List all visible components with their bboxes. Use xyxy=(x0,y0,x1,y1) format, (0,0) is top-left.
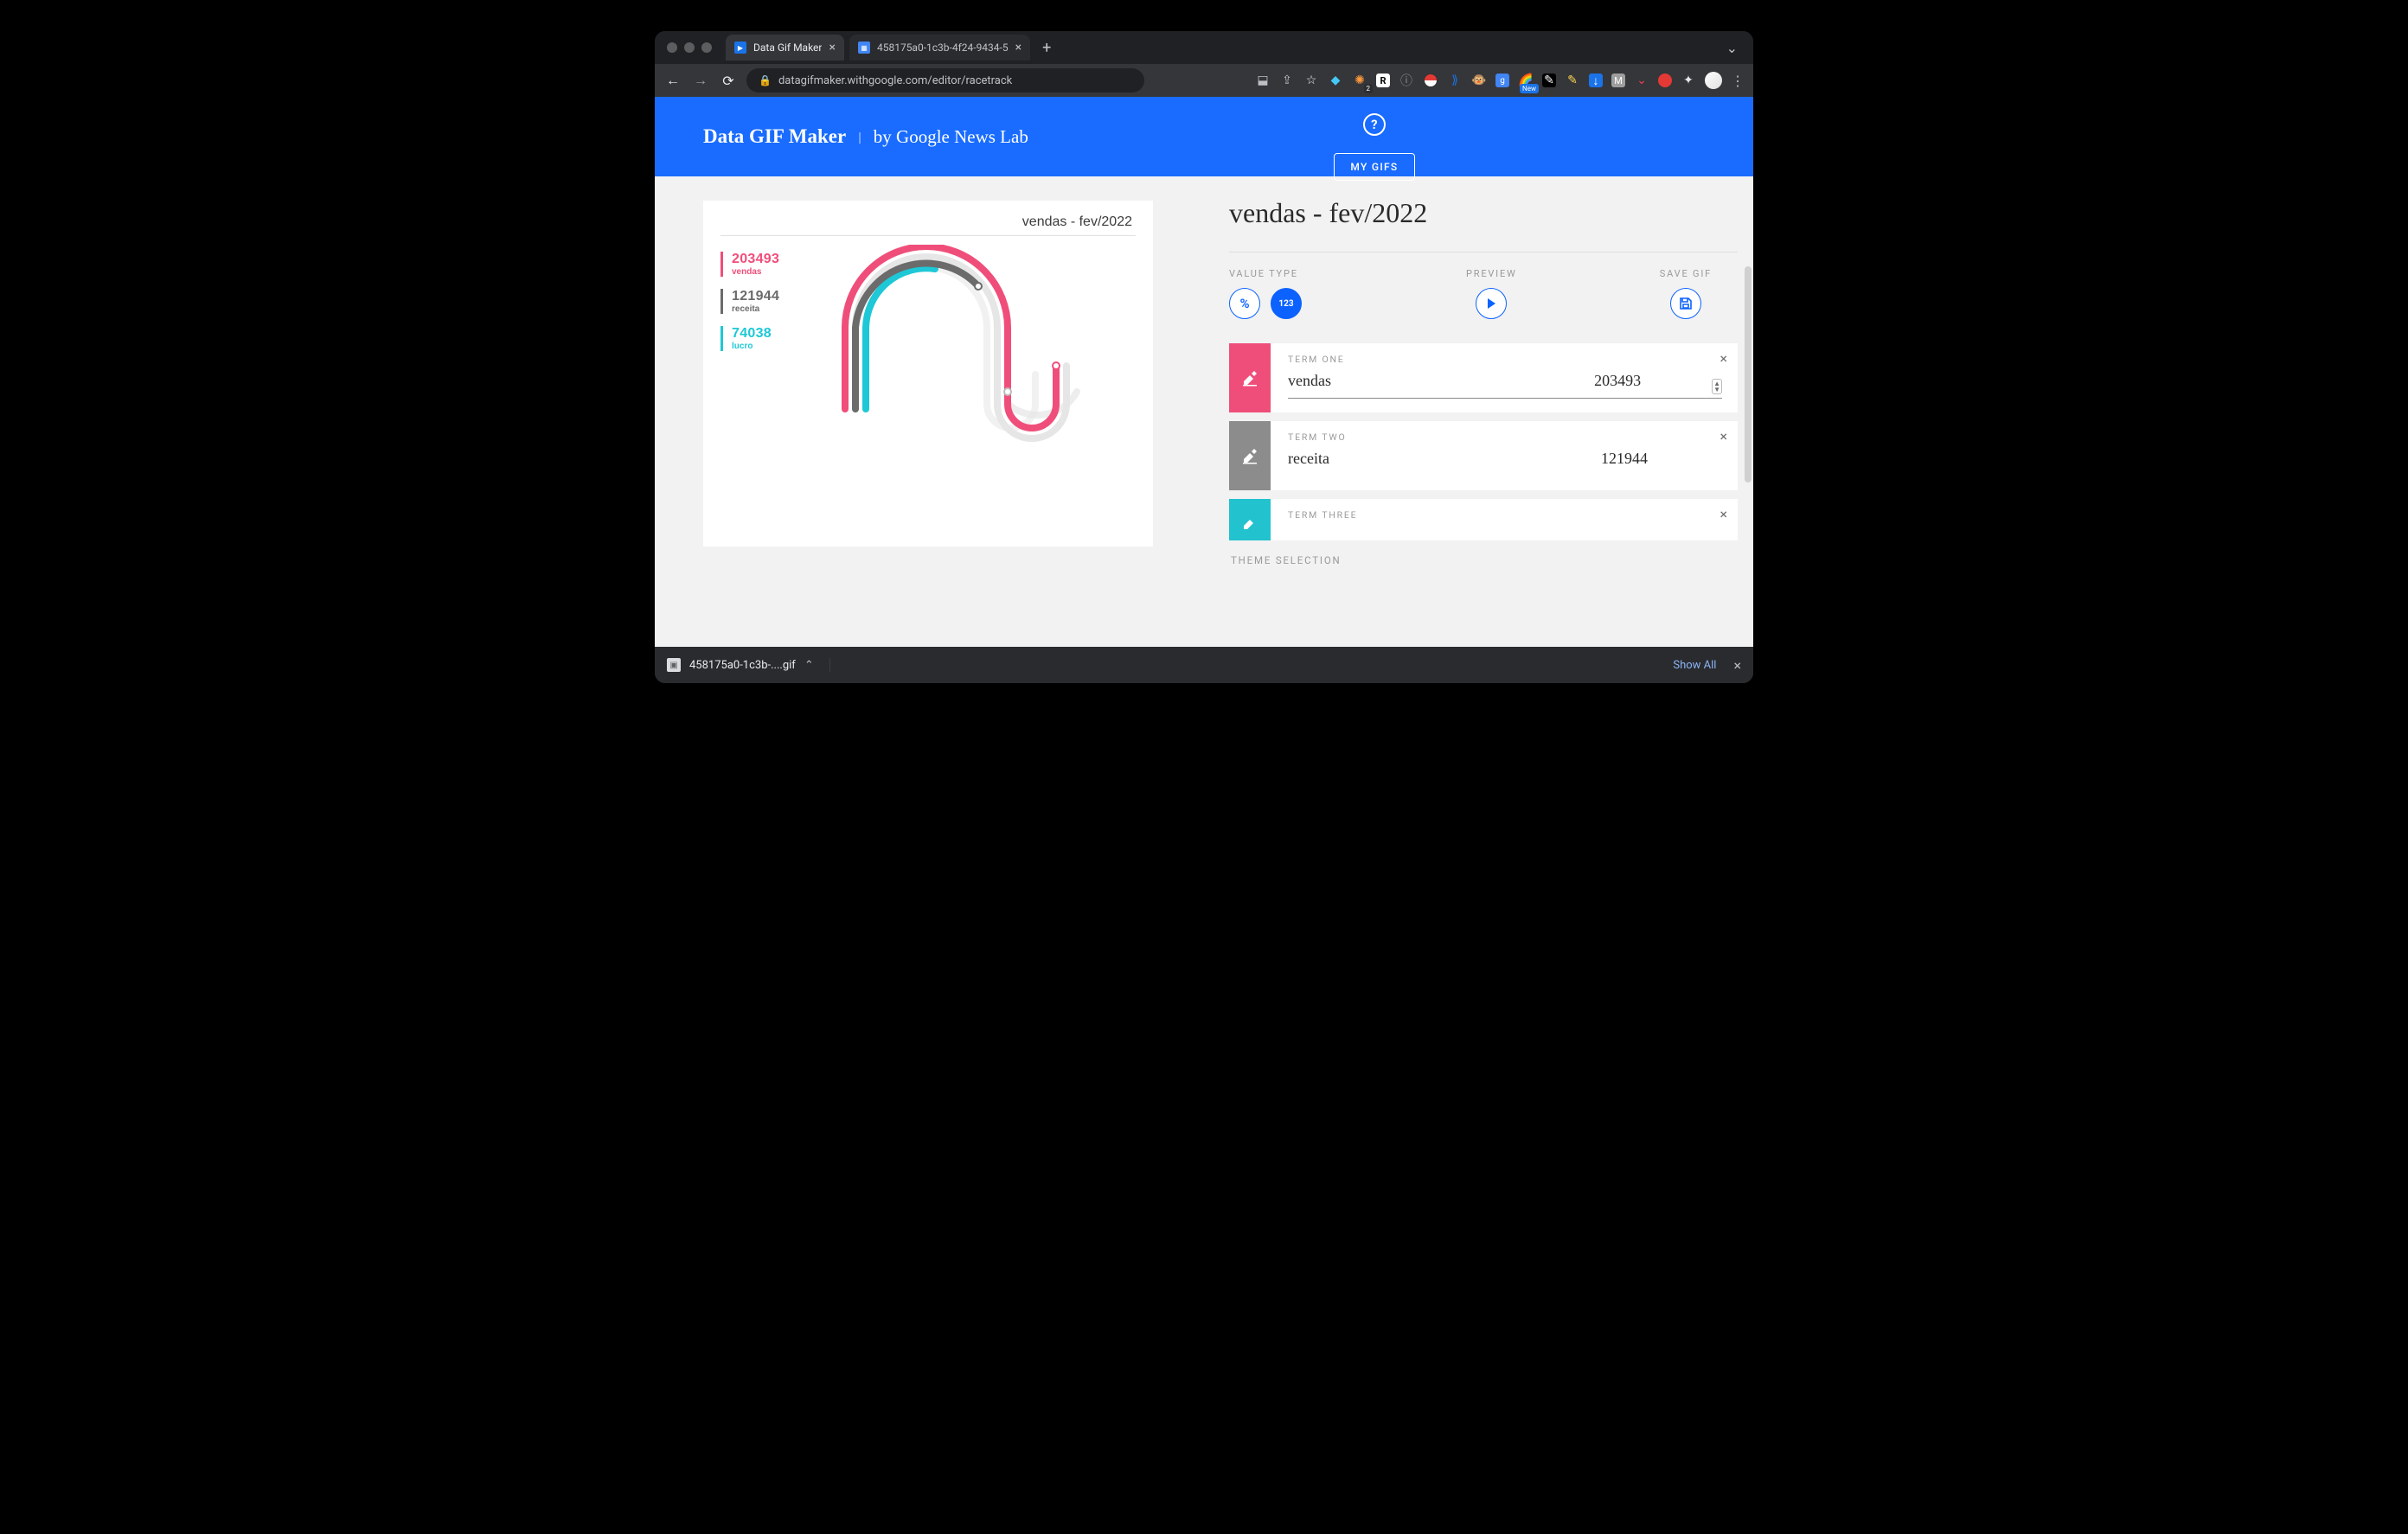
address-bar[interactable]: 🔒 datagifmaker.withgoogle.com/editor/rac… xyxy=(746,68,1144,93)
brand-title: Data GIF Maker xyxy=(703,125,846,148)
traffic-close[interactable] xyxy=(667,42,677,53)
terms-list: TERM ONE vendas 203493 ▲▼ × xyxy=(1229,343,1738,540)
term-color-button[interactable] xyxy=(1229,421,1271,490)
forward-button[interactable]: → xyxy=(691,72,710,89)
toolbar-actions: ⬓ ⇪ ☆ ◆ ✺2 R ⓘ ⟫ 🐵 g 🌈New ✎ ✎ ↓ M ⌄ ✦ ⋮ xyxy=(1255,72,1745,89)
lock-icon: 🔒 xyxy=(759,74,772,86)
tabs-menu-icon[interactable]: ⌄ xyxy=(1718,40,1746,56)
favicon-icon: ▶ xyxy=(734,42,746,54)
browser-window: ▶ Data Gif Maker × ▦ 458175a0-1c3b-4f24-… xyxy=(655,31,1753,683)
scrollbar[interactable] xyxy=(1745,266,1752,483)
remove-term-icon[interactable]: × xyxy=(1720,350,1727,367)
ext-gear-icon[interactable]: ✺2 xyxy=(1352,73,1367,88)
app-header: Data GIF Maker | by Google News Lab ? MY… xyxy=(655,97,1753,176)
term-color-button[interactable] xyxy=(1229,343,1271,412)
ext-rainbow-icon[interactable]: 🌈New xyxy=(1518,73,1534,88)
ext-info-icon[interactable]: ⓘ xyxy=(1399,73,1414,88)
extensions-icon[interactable]: ✦ xyxy=(1681,73,1696,88)
term-value-input[interactable]: 121944 xyxy=(1601,450,1722,468)
ext-diamond-icon[interactable]: ◆ xyxy=(1328,73,1343,88)
term-color-button[interactable] xyxy=(1229,499,1271,540)
new-tab-button[interactable]: + xyxy=(1035,39,1058,57)
ext-highlight-icon[interactable]: ✎ xyxy=(1565,73,1580,88)
kebab-menu-icon[interactable]: ⋮ xyxy=(1731,73,1745,89)
term-value-input[interactable]: 203493 xyxy=(1594,372,1689,390)
ext-note-icon[interactable]: ✎ xyxy=(1542,74,1556,87)
racetrack-graphic xyxy=(833,252,1136,363)
value-type-percent-button[interactable]: % xyxy=(1229,288,1260,319)
download-item[interactable]: ▣ 458175a0-1c3b-....gif ⌃ xyxy=(667,658,830,672)
preview-pane: vendas - fev/2022 203493 vendas 121944 r… xyxy=(655,176,1198,647)
save-gif-button[interactable] xyxy=(1670,288,1701,319)
theme-selection-label: THEME SELECTION xyxy=(1231,554,1738,566)
value-type-control: VALUE TYPE % 123 xyxy=(1229,268,1302,319)
ext-r-icon[interactable]: R xyxy=(1376,74,1390,87)
ext-pocket-icon[interactable]: ⌄ xyxy=(1634,73,1649,88)
ext-translate-icon[interactable]: g xyxy=(1495,74,1509,87)
remove-term-icon[interactable]: × xyxy=(1720,428,1727,444)
ext-download-icon[interactable]: ↓ xyxy=(1589,74,1603,87)
separator: | xyxy=(858,129,861,145)
control-label: PREVIEW xyxy=(1466,268,1517,279)
tab-close-icon[interactable]: × xyxy=(829,41,835,54)
term-caption: TERM ONE xyxy=(1288,354,1722,365)
url-text: datagifmaker.withgoogle.com/editor/racet… xyxy=(778,74,1012,87)
term-row-1: TERM ONE vendas 203493 ▲▼ × xyxy=(1229,343,1738,412)
help-icon[interactable]: ? xyxy=(1363,113,1386,136)
tab-inactive[interactable]: ▦ 458175a0-1c3b-4f24-9434-5 × xyxy=(849,35,1030,61)
share-icon[interactable]: ⇪ xyxy=(1279,73,1295,88)
controls-row: VALUE TYPE % 123 PREVIEW xyxy=(1229,268,1738,319)
term-caption: TERM TWO xyxy=(1288,431,1722,443)
tab-close-icon[interactable]: × xyxy=(1015,41,1021,54)
ext-cast-icon[interactable]: ⟫ xyxy=(1447,73,1463,88)
tab-title: Data Gif Maker xyxy=(753,42,822,54)
term-caption: TERM THREE xyxy=(1288,509,1722,521)
preview-title: vendas - fev/2022 xyxy=(720,214,1136,236)
page-title: vendas - fev/2022 xyxy=(1229,197,1738,229)
back-button[interactable]: ← xyxy=(663,72,682,89)
tab-strip: ▶ Data Gif Maker × ▦ 458175a0-1c3b-4f24-… xyxy=(655,31,1753,64)
preview-play-button[interactable] xyxy=(1476,288,1507,319)
window-controls[interactable] xyxy=(667,42,712,53)
ext-m-icon[interactable]: M xyxy=(1611,74,1625,87)
control-label: SAVE GIF xyxy=(1660,268,1712,279)
page-content: Data GIF Maker | by Google News Lab ? MY… xyxy=(655,97,1753,647)
tab-title: 458175a0-1c3b-4f24-9434-5 xyxy=(877,42,1009,54)
editor-pane: vendas - fev/2022 VALUE TYPE % 123 PREVI… xyxy=(1198,176,1753,647)
control-label: VALUE TYPE xyxy=(1229,268,1298,279)
download-menu-icon[interactable]: ⌃ xyxy=(804,659,814,672)
download-filename: 458175a0-1c3b-....gif xyxy=(689,659,796,672)
value-stepper[interactable]: ▲▼ xyxy=(1712,379,1722,394)
value-type-number-button[interactable]: 123 xyxy=(1271,288,1302,319)
downloads-bar: ▣ 458175a0-1c3b-....gif ⌃ Show All × xyxy=(655,647,1753,683)
term-row-2: TERM TWO receita 121944 × xyxy=(1229,421,1738,490)
save-control: SAVE GIF xyxy=(1660,268,1712,319)
profile-avatar[interactable] xyxy=(1705,72,1722,89)
remove-term-icon[interactable]: × xyxy=(1720,506,1727,522)
install-icon[interactable]: ⬓ xyxy=(1255,73,1271,88)
byline: by Google News Lab xyxy=(874,126,1028,148)
traffic-min[interactable] xyxy=(684,42,695,53)
bookmark-icon[interactable]: ☆ xyxy=(1303,73,1319,88)
ext-pokeball-icon[interactable] xyxy=(1423,73,1438,88)
term-name-input[interactable]: receita xyxy=(1288,450,1584,468)
ext-monkey-icon[interactable]: 🐵 xyxy=(1471,73,1487,88)
show-all-downloads[interactable]: Show All xyxy=(1673,659,1716,672)
preview-card: vendas - fev/2022 203493 vendas 121944 r… xyxy=(703,201,1153,546)
term-name-input[interactable]: vendas xyxy=(1288,372,1577,390)
preview-control: PREVIEW xyxy=(1466,268,1517,319)
favicon-icon: ▦ xyxy=(858,42,870,54)
file-icon: ▣ xyxy=(667,658,681,672)
close-downloads-icon[interactable]: × xyxy=(1733,657,1741,674)
reload-button[interactable]: ⟳ xyxy=(719,73,738,89)
tab-active[interactable]: ▶ Data Gif Maker × xyxy=(726,35,844,61)
term-row-3: TERM THREE × xyxy=(1229,499,1738,540)
traffic-max[interactable] xyxy=(701,42,712,53)
ext-red-icon[interactable] xyxy=(1658,74,1672,87)
